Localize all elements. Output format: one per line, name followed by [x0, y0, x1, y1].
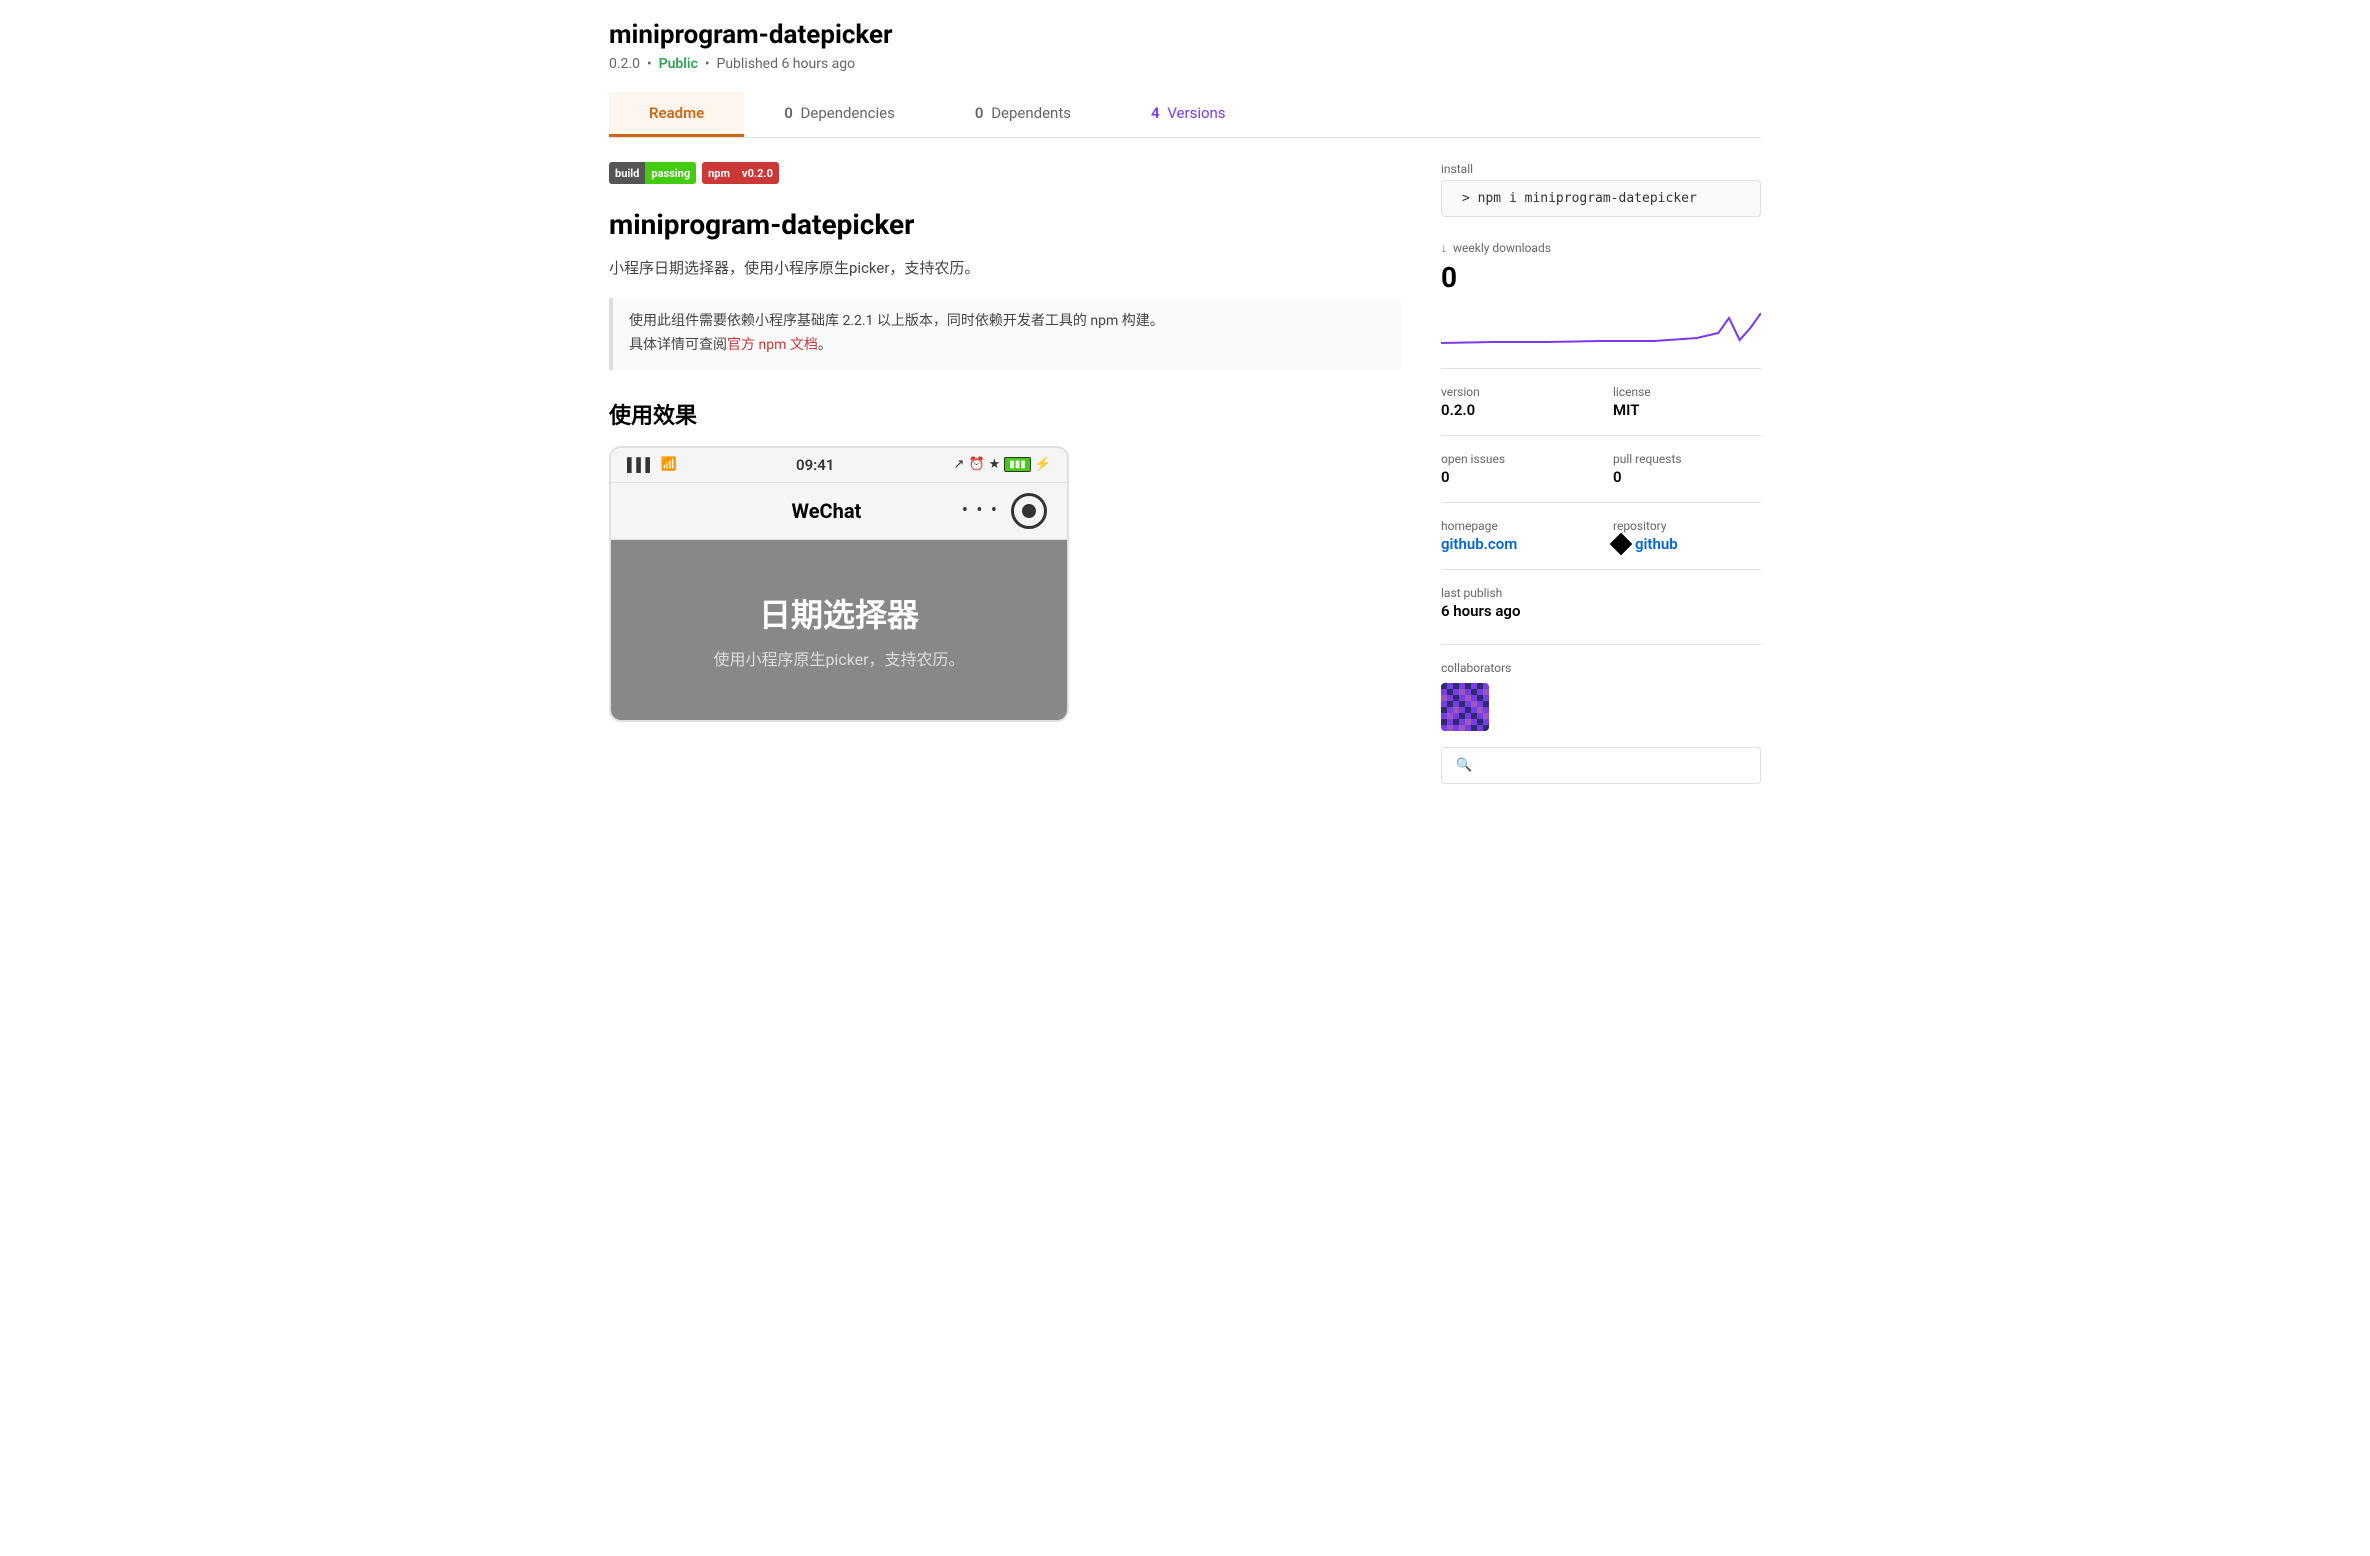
phone-time: 09:41 — [796, 456, 834, 474]
weekly-downloads-section: ↓ weekly downloads 0 — [1441, 241, 1761, 348]
bolt-icon: ⚡ — [1035, 457, 1051, 472]
last-publish-section: last publish 6 hours ago — [1441, 586, 1761, 620]
note-line2-pre: 具体详情可查阅 — [629, 337, 727, 353]
tab-versions[interactable]: 4 Versions — [1111, 92, 1266, 137]
tab-dependents[interactable]: 0 Dependents — [935, 92, 1111, 137]
build-label: build — [609, 162, 645, 184]
open-issues-value: 0 — [1441, 468, 1589, 486]
last-publish-label: last publish — [1441, 586, 1761, 600]
build-badge: build passing — [609, 162, 696, 184]
package-version: 0.2.0 — [609, 56, 640, 72]
main-content: build passing npm v0.2.0 miniprogram-dat… — [609, 162, 1401, 784]
package-title: miniprogram-datepicker — [609, 20, 1761, 50]
license-item: license MIT — [1613, 385, 1761, 419]
install-command-box[interactable]: > npm i miniprogram-datepicker — [1441, 180, 1761, 217]
phone-content-title: 日期选择器 — [759, 590, 919, 636]
note-line1: 使用此组件需要依赖小程序基础库 2.2.1 以上版本，同时依赖开发者工具的 np… — [629, 313, 1164, 329]
divider-2 — [1441, 435, 1761, 436]
collaborators-label: collaborators — [1441, 661, 1761, 675]
homepage-link[interactable]: github.com — [1441, 535, 1517, 553]
divider-5 — [1441, 644, 1761, 645]
collaborators-section: collaborators — [1441, 661, 1761, 731]
repository-link[interactable]: github — [1635, 535, 1678, 553]
divider-3 — [1441, 502, 1761, 503]
license-label: license — [1613, 385, 1761, 399]
package-published: Published 6 hours ago — [717, 56, 856, 72]
version-label: version — [1441, 385, 1589, 399]
tabs-bar: Readme 0 Dependencies 0 Dependents 4 Ver… — [609, 92, 1761, 138]
readme-description: 小程序日期选择器，使用小程序原生picker，支持农历。 — [609, 257, 1401, 278]
alarm-icon: ⏰ — [968, 457, 984, 472]
signal-bars-icon: ▌▌▌ — [627, 457, 655, 473]
weekly-downloads-label: ↓ weekly downloads — [1441, 241, 1761, 255]
pull-requests-label: pull requests — [1613, 452, 1761, 466]
location-icon: ↗ — [954, 457, 965, 472]
divider-4 — [1441, 569, 1761, 570]
meta-grid-3: homepage github.com repository github — [1441, 519, 1761, 553]
version-value: 0.2.0 — [1441, 401, 1589, 419]
repository-label: repository — [1613, 519, 1761, 533]
phone-content-area: 日期选择器 使用小程序原生picker，支持农历。 — [611, 540, 1067, 720]
readme-title: miniprogram-datepicker — [609, 208, 1401, 241]
wechat-icons: • • • — [962, 493, 1047, 529]
meta-grid-1: version 0.2.0 license MIT — [1441, 385, 1761, 419]
wechat-dots-icon: • • • — [962, 500, 999, 521]
install-label: install — [1441, 162, 1761, 176]
install-command: > npm i miniprogram-datepicker — [1462, 191, 1697, 206]
avatar-image — [1441, 683, 1489, 731]
divider-1 — [1441, 368, 1761, 369]
weekly-downloads-count: 0 — [1441, 261, 1761, 294]
homepage-label: homepage — [1441, 519, 1589, 533]
record-dot — [1022, 504, 1036, 518]
phone-content-sub: 使用小程序原生picker，支持农历。 — [713, 646, 964, 670]
open-issues-item: open issues 0 — [1441, 452, 1589, 486]
sidebar: install > npm i miniprogram-datepicker ↓… — [1441, 162, 1761, 784]
readme-note: 使用此组件需要依赖小程序基础库 2.2.1 以上版本，同时依赖开发者工具的 np… — [609, 298, 1401, 370]
pull-requests-item: pull requests 0 — [1613, 452, 1761, 486]
last-publish-value: 6 hours ago — [1441, 602, 1761, 620]
github-diamond-icon — [1610, 533, 1633, 556]
bluetooth-icon: ★ — [989, 457, 1001, 472]
phone-mockup: ▌▌▌ 📶 09:41 ↗ ⏰ ★ ▮▮▮ ⚡ WeChat — [609, 446, 1069, 722]
search-box[interactable]: 🔍 — [1441, 747, 1761, 784]
open-issues-label: open issues — [1441, 452, 1589, 466]
build-value: passing — [645, 162, 696, 184]
npm-label: npm — [702, 162, 736, 184]
homepage-item: homepage github.com — [1441, 519, 1589, 553]
note-line2-post: 。 — [818, 337, 832, 353]
section-title: 使用效果 — [609, 398, 1401, 430]
wechat-title: WeChat — [792, 499, 862, 523]
npm-docs-link[interactable]: 官方 npm 文档 — [727, 337, 818, 353]
phone-status-right: ↗ ⏰ ★ ▮▮▮ ⚡ — [954, 457, 1051, 472]
homepage-value: github.com — [1441, 535, 1589, 553]
package-meta: 0.2.0 • Public • Published 6 hours ago — [609, 56, 1761, 72]
tab-dependencies[interactable]: 0 Dependencies — [744, 92, 935, 137]
version-item: version 0.2.0 — [1441, 385, 1589, 419]
phone-signal-area: ▌▌▌ 📶 — [627, 457, 677, 473]
meta-grid-2: open issues 0 pull requests 0 — [1441, 452, 1761, 486]
collaborator-avatar[interactable] — [1441, 683, 1489, 731]
download-arrow-icon: ↓ — [1441, 241, 1447, 255]
tab-readme[interactable]: Readme — [609, 92, 744, 137]
badge-row: build passing npm v0.2.0 — [609, 162, 1401, 184]
package-visibility: Public — [659, 56, 698, 72]
downloads-chart — [1441, 298, 1761, 348]
search-icon: 🔍 — [1456, 758, 1472, 773]
repository-value: github — [1613, 535, 1761, 553]
npm-badge: npm v0.2.0 — [702, 162, 779, 184]
wechat-record-icon — [1011, 493, 1047, 529]
install-section: install > npm i miniprogram-datepicker — [1441, 162, 1761, 217]
license-value: MIT — [1613, 401, 1761, 419]
pull-requests-value: 0 — [1613, 468, 1761, 486]
wifi-icon: 📶 — [661, 457, 677, 472]
battery-icon: ▮▮▮ — [1004, 457, 1031, 472]
phone-status-bar: ▌▌▌ 📶 09:41 ↗ ⏰ ★ ▮▮▮ ⚡ — [611, 448, 1067, 483]
npm-version-value: v0.2.0 — [736, 162, 779, 184]
repository-item: repository github — [1613, 519, 1761, 553]
phone-wechat-bar: WeChat • • • — [611, 483, 1067, 540]
